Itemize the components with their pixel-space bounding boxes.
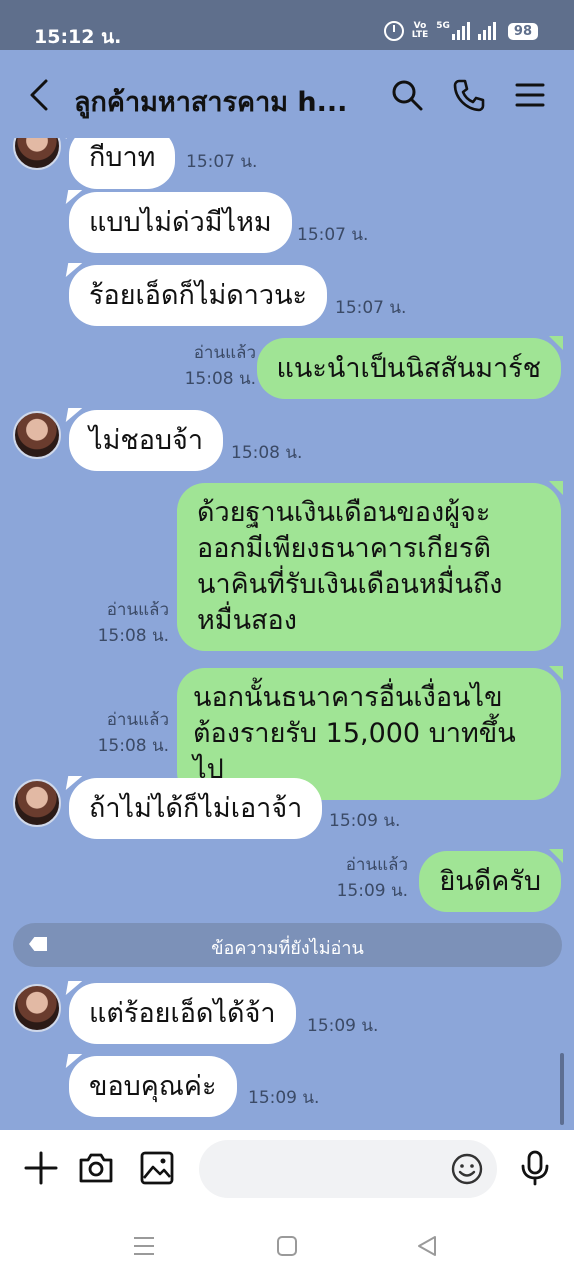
- incoming-message-bubble[interactable]: ไม่ชอบจ้า: [69, 410, 224, 471]
- chat-header: ลูกค้ามหาสารคาม h...: [0, 50, 574, 138]
- back-icon[interactable]: [26, 78, 52, 112]
- back-nav-icon[interactable]: [415, 1234, 439, 1258]
- incoming-message-bubble[interactable]: กีบาท: [69, 138, 176, 189]
- message-text: ขอบคุณค่ะ: [89, 1071, 217, 1102]
- camera-icon[interactable]: [78, 1150, 114, 1186]
- volte-bottom-label: LTE: [411, 30, 429, 40]
- message-time: 15:08 น.: [97, 626, 169, 646]
- network-type-label: 5G: [436, 21, 450, 31]
- message-text-line: ด้วยฐานเงินเดือนของผู้จะ: [197, 497, 491, 528]
- message-text: แต่ร้อยเอ็ดได้จ้า: [89, 998, 276, 1029]
- battery-icon: 98: [507, 22, 538, 40]
- read-receipt: อ่านแล้ว: [106, 710, 169, 730]
- message-time: 15:07 น.: [335, 298, 407, 318]
- message-text-line: นอกนั้นธนาคารอื่นเงื่อนไข: [193, 682, 503, 713]
- avatar[interactable]: [13, 984, 61, 1032]
- volte-indicator: Vo LTE: [412, 22, 429, 40]
- avatar[interactable]: [13, 138, 61, 170]
- outgoing-message-bubble[interactable]: แนะนำเป็นนิสสันมาร์ช: [256, 336, 564, 399]
- message-text: แบบไม่ด่วมีไหม: [89, 207, 272, 238]
- phone-icon[interactable]: [452, 78, 486, 112]
- message-time: 15:08 น.: [97, 736, 169, 756]
- image-icon[interactable]: [139, 1150, 175, 1186]
- home-icon[interactable]: [275, 1234, 299, 1258]
- incoming-message-bubble[interactable]: ถ้าไม่ได้ก็ไม่เอาจ้า: [69, 778, 323, 839]
- message-text: แนะนำเป็นนิสสันมาร์ช: [276, 353, 541, 384]
- message-text: ร้อยเอ็ดก็ไม่ดาวนะ: [89, 280, 308, 311]
- mic-icon[interactable]: [517, 1150, 553, 1186]
- alarm-icon: [383, 21, 404, 41]
- message-time: 15:07 น.: [297, 225, 369, 245]
- avatar[interactable]: [13, 779, 61, 827]
- unread-divider: ข้อความที่ยังไม่อ่าน: [13, 923, 562, 967]
- system-nav-bar: [0, 1210, 574, 1280]
- unread-divider-label: ข้อความที่ยังไม่อ่าน: [211, 938, 364, 959]
- message-time: 15:09 น.: [329, 811, 401, 831]
- search-icon[interactable]: [390, 78, 424, 112]
- signal-5g-icon: 5G: [436, 22, 470, 40]
- chat-title[interactable]: ลูกค้ามหาสารคาม h...: [74, 80, 364, 123]
- message-time: 15:09 น.: [336, 881, 408, 901]
- incoming-message-bubble[interactable]: ขอบคุณค่ะ: [69, 1056, 237, 1117]
- status-time: 15:12 น.: [34, 26, 122, 48]
- status-bar: 15:12 น. Vo LTE 5G 98: [0, 0, 574, 50]
- message-text-line: นาคินที่รับเงินเดือนหมื่นถึง: [197, 569, 503, 600]
- message-input-bar: [0, 1130, 574, 1210]
- read-receipt: อ่านแล้ว: [193, 343, 256, 363]
- recent-apps-icon[interactable]: [132, 1234, 156, 1258]
- message-time: 15:08 น.: [231, 443, 303, 463]
- status-icons: Vo LTE 5G 98: [383, 20, 538, 42]
- message-time: 15:07 น.: [186, 152, 258, 172]
- message-text-line: หมื่นสอง: [197, 605, 297, 636]
- incoming-message-bubble[interactable]: แต่ร้อยเอ็ดได้จ้า: [69, 983, 296, 1044]
- outgoing-message-bubble[interactable]: ยินดีครับ: [419, 849, 563, 912]
- message-time: 15:09 น.: [307, 1016, 379, 1036]
- incoming-message-bubble[interactable]: ร้อยเอ็ดก็ไม่ดาวนะ: [69, 265, 328, 326]
- emoji-icon[interactable]: [450, 1152, 484, 1186]
- message-text: กีบาท: [89, 142, 156, 173]
- message-text-line: ออกมีเพียงธนาคารเกียรติ: [197, 533, 491, 564]
- outgoing-message-bubble[interactable]: ด้วยฐานเงินเดือนของผู้จะ ออกมีเพียงธนาคา…: [177, 481, 563, 651]
- message-time: 15:09 น.: [248, 1088, 320, 1108]
- signal-icon: [477, 22, 496, 40]
- scrollbar[interactable]: [560, 1053, 564, 1125]
- incoming-message-bubble[interactable]: แบบไม่ด่วมีไหม: [69, 192, 292, 253]
- avatar[interactable]: [13, 411, 61, 459]
- chat-area[interactable]: กีบาท 15:07 น. แบบไม่ด่วมีไหม 15:07 น. ร…: [0, 138, 574, 1130]
- read-receipt: อ่านแล้ว: [106, 600, 169, 620]
- read-receipt: อ่านแล้ว: [345, 855, 408, 875]
- message-time: 15:08 น.: [184, 369, 256, 389]
- message-text: ไม่ชอบจ้า: [89, 425, 204, 456]
- plus-icon[interactable]: [23, 1150, 59, 1186]
- message-text: ถ้าไม่ได้ก็ไม่เอาจ้า: [89, 793, 303, 824]
- message-text: ยินดีครับ: [439, 866, 541, 897]
- menu-icon[interactable]: [513, 78, 547, 112]
